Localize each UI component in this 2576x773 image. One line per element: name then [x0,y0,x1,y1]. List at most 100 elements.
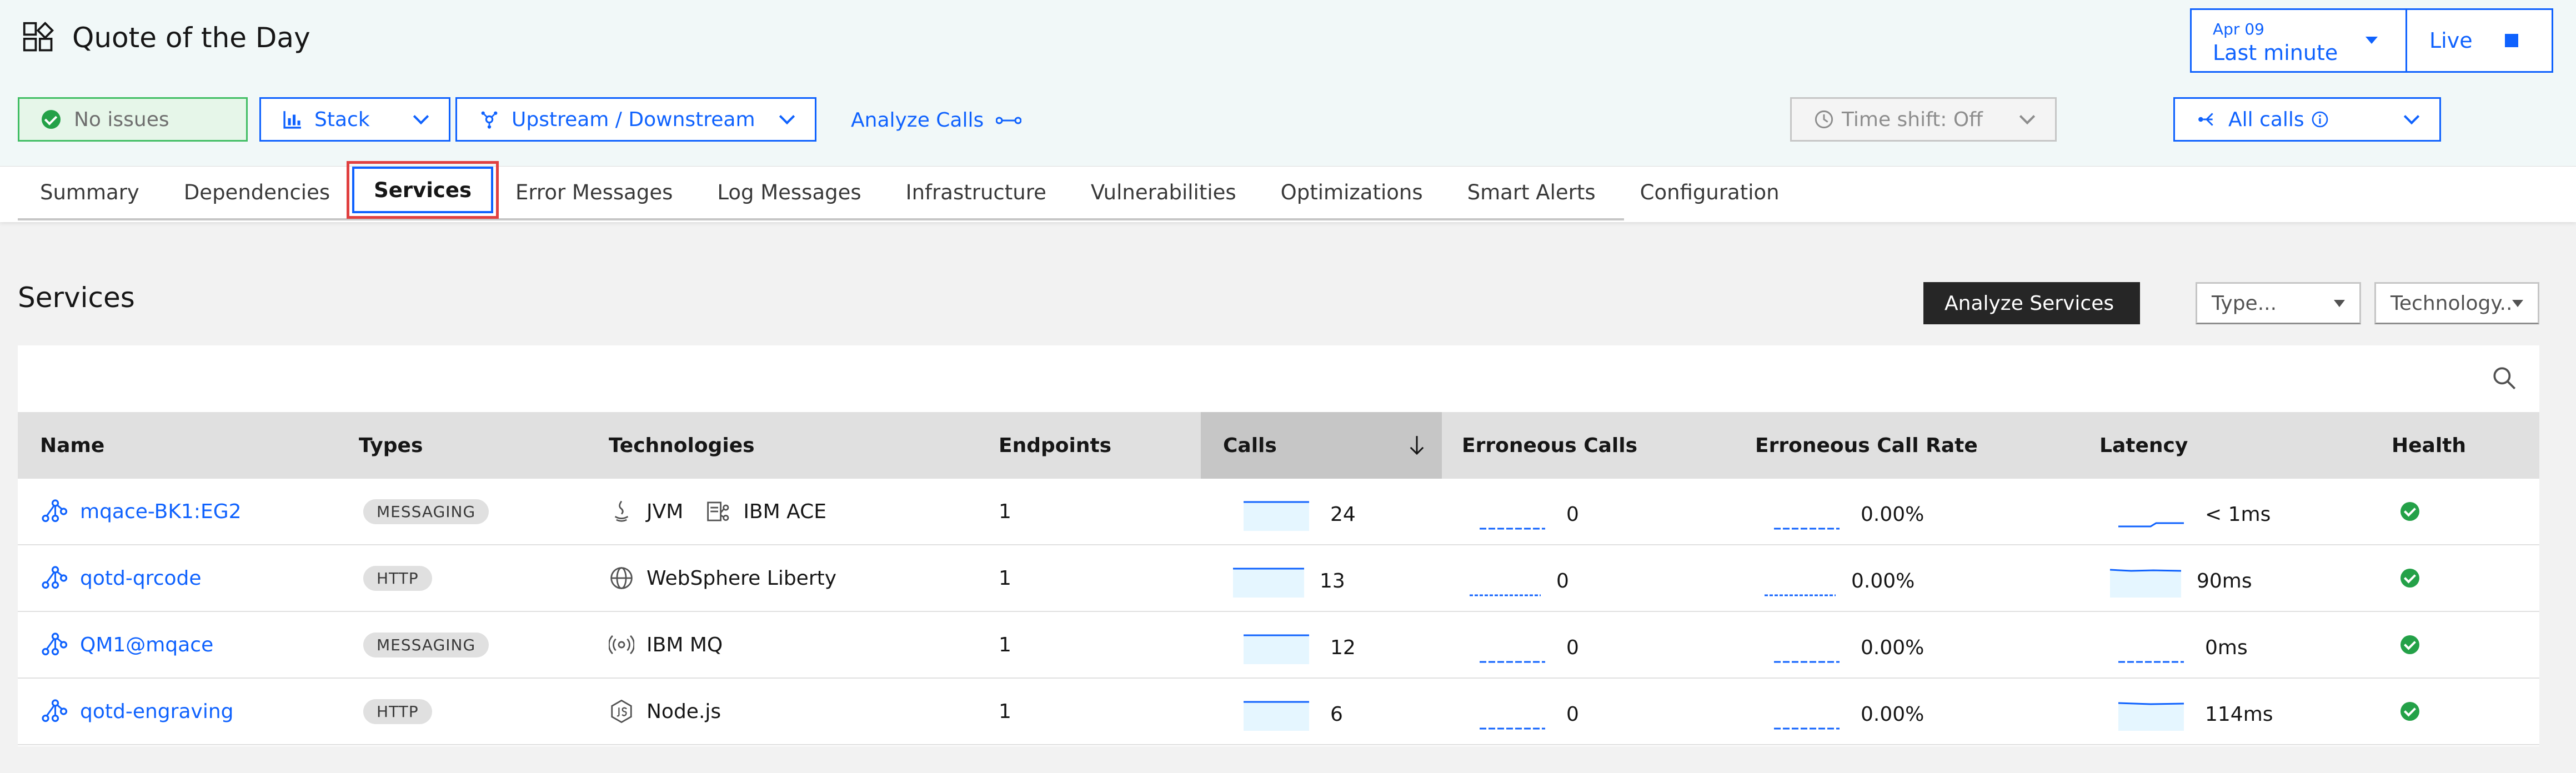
table-row[interactable]: QM1@mqace MESSAGING IBM MQ 1 12 0 0.00% … [18,612,2539,679]
service-icon [42,699,68,722]
upstream-downstream-dropdown[interactable]: Upstream / Downstream [455,97,816,142]
latency-cell: 90ms [2109,545,2252,611]
erroneous-calls-cell: 0 [1479,679,1579,744]
error-rate-cell: 0.00% [1773,479,1924,544]
table-row[interactable]: mqace-BK1:EG2 MESSAGING JVM IBM ACE 1 24… [18,479,2539,545]
status-indicator[interactable]: No issues [18,97,248,142]
endpoints-cell: 1 [999,700,1011,723]
java-icon [614,500,629,522]
analyze-calls-link[interactable]: Analyze Calls [851,109,1022,132]
ibm-ace-icon [707,501,729,521]
tab-dependencies[interactable]: Dependencies [162,167,352,218]
table-row[interactable]: qotd-engraving HTTP Node.js 1 6 0 0.00% … [18,679,2539,745]
service-name-cell[interactable]: qotd-qrcode [40,545,202,611]
technologies-cell: IBM MQ [609,612,723,677]
type-filter-dropdown[interactable]: Type... [2196,282,2361,324]
column-header-types[interactable]: Types [359,412,423,479]
service-icon [42,499,68,523]
service-icon [42,566,68,589]
ibm-mq-icon [609,635,634,655]
latency-value: 90ms [2197,569,2252,593]
service-name-link[interactable]: qotd-qrcode [80,567,202,590]
page-title: Quote of the Day [72,22,310,54]
stack-dropdown[interactable]: Stack [259,97,450,142]
table-row[interactable]: qotd-qrcode HTTP WebSphere Liberty 1 13 [18,545,2539,612]
time-shift-label: Time shift: Off [1842,108,1983,131]
tab-smart-alerts[interactable]: Smart Alerts [1445,167,1618,218]
type-badge: HTTP [363,699,432,724]
tab-infrastructure[interactable]: Infrastructure [884,167,1069,218]
calls-sparkline [1244,501,1309,531]
tab-log-messages[interactable]: Log Messages [695,167,883,218]
latency-cell: 114ms [2117,679,2273,744]
health-ok-icon [2400,569,2419,588]
updown-label: Upstream / Downstream [512,108,755,131]
search-icon[interactable] [2490,364,2518,392]
stop-icon[interactable] [2505,34,2518,47]
tab-vulnerabilities[interactable]: Vulnerabilities [1069,167,1259,218]
analyze-services-button[interactable]: Analyze Services [1923,282,2140,324]
live-toggle[interactable]: Live [2407,10,2552,71]
analyze-calls-label: Analyze Calls [851,109,984,132]
arrow-down-icon [1410,436,1424,455]
endpoints-cell: 1 [999,500,1011,523]
caret-down-icon [2334,299,2345,307]
health-ok-icon [2400,502,2419,521]
erroneous-calls-value: 0 [1556,569,1569,593]
tab-services[interactable]: Services [347,161,499,219]
flow-icon [996,117,1022,124]
column-header-error-rate[interactable]: Erroneous Call Rate [1755,412,1978,479]
service-name-cell[interactable]: qotd-engraving [40,679,234,744]
error-rate-value: 0.00% [1861,702,1925,726]
error-rate-value: 0.00% [1861,636,1925,659]
erroneous-sparkline [1470,594,1541,596]
column-header-calls[interactable]: Calls [1201,412,1442,479]
erroneous-sparkline [1480,727,1545,730]
service-name-link[interactable]: qotd-engraving [80,700,234,723]
calls-sparkline [1244,701,1309,731]
tab-configuration[interactable]: Configuration [1618,167,1802,218]
branch-icon [2198,113,2213,126]
type-badge: HTTP [363,565,432,591]
latency-sparkline [2118,702,2184,731]
health-cell [2400,679,2419,744]
checkmark-icon [42,110,61,129]
tab-error-messages[interactable]: Error Messages [493,167,695,218]
technology-label: IBM MQ [646,633,723,656]
error-rate-cell: 0.00% [1763,545,1915,611]
service-name-cell[interactable]: QM1@mqace [40,612,213,677]
column-header-latency[interactable]: Latency [2099,412,2188,479]
tab-list: Summary Dependencies Services Error Mess… [18,161,1780,220]
technologies-cell: JVM IBM ACE [609,479,826,544]
calls-value: 13 [1320,569,1345,593]
service-name-link[interactable]: mqace-BK1:EG2 [80,500,242,523]
live-label: Live [2429,28,2473,53]
column-header-name[interactable]: Name [40,412,104,479]
technology-label: JVM [646,500,684,523]
technologies-cell: Node.js [609,679,721,744]
type-badge: MESSAGING [363,499,489,524]
tab-optimizations[interactable]: Optimizations [1259,167,1445,218]
error-rate-value: 0.00% [1851,569,1915,593]
service-name-cell[interactable]: mqace-BK1:EG2 [40,479,242,544]
technologies-cell: WebSphere Liberty [609,545,836,611]
time-shift-dropdown[interactable]: Time shift: Off [1790,97,2057,142]
service-name-link[interactable]: QM1@mqace [80,634,213,656]
all-calls-label: All calls [2228,108,2304,131]
tab-summary[interactable]: Summary [18,167,162,218]
info-icon[interactable] [2311,111,2329,128]
table-header: Name Types Technologies Endpoints Calls … [18,412,2539,479]
time-range-dropdown[interactable]: Apr 09 Last minute [2192,10,2407,71]
section-title: Services [18,282,135,314]
calls-cell: 13 [1232,545,1345,611]
time-picker[interactable]: Apr 09 Last minute Live [2190,8,2553,73]
column-header-technologies[interactable]: Technologies [609,412,755,479]
calls-value: 6 [1330,702,1343,726]
chevron-down-icon [779,108,795,125]
column-header-endpoints[interactable]: Endpoints [999,412,1111,479]
column-header-health[interactable]: Health [2392,412,2466,479]
all-calls-dropdown[interactable]: All calls [2173,97,2441,142]
type-badge: MESSAGING [363,632,489,657]
technology-filter-dropdown[interactable]: Technology.. [2374,282,2539,324]
column-header-erroneous-calls[interactable]: Erroneous Calls [1462,412,1637,479]
